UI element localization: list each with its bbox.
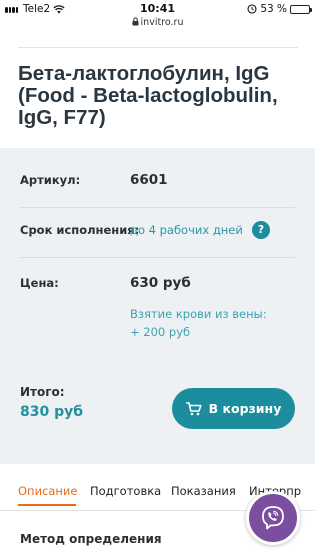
method-section-title: Метод определения (20, 532, 162, 546)
total-label: Итого: (20, 385, 65, 399)
blood-draw-price: + 200 руб (130, 325, 191, 339)
status-bar-right: 53 % (247, 3, 312, 15)
cart-icon (185, 401, 202, 415)
blood-draw-note: Взятие крови из вены: + 200 руб (130, 305, 267, 341)
panel-divider (20, 257, 295, 258)
price-label: Цена: (20, 276, 59, 290)
cutoff-text-line (20, 554, 220, 560)
viber-chat-button[interactable] (246, 491, 300, 545)
term-value: до 4 рабочих дней (130, 223, 243, 237)
price-value: 630 руб (130, 275, 191, 291)
tab-indications[interactable]: Показания (171, 484, 236, 498)
term-label: Срок исполнения: (20, 223, 140, 237)
order-info-panel: Артикул: 6601 Срок исполнения: до 4 рабо… (0, 148, 315, 464)
alarm-icon (247, 4, 257, 14)
active-tab-indicator (18, 504, 76, 506)
battery-percent: 53 % (260, 3, 287, 15)
total-value: 830 руб (20, 404, 84, 420)
url-bar[interactable]: invitro.ru (0, 17, 315, 28)
add-to-cart-button[interactable]: В корзину (172, 388, 295, 429)
panel-divider (20, 207, 295, 208)
article-label: Артикул: (20, 173, 81, 187)
lock-icon (132, 17, 139, 26)
viber-phone-icon (262, 506, 284, 530)
article-value: 6601 (130, 172, 168, 188)
status-bar: Tele2 10:41 invitro.ru 53 % (0, 0, 315, 33)
header-divider (18, 47, 298, 48)
battery-icon (290, 4, 312, 14)
tab-preparation[interactable]: Подготовка (90, 484, 161, 498)
tab-description[interactable]: Описание (18, 484, 77, 498)
add-to-cart-label: В корзину (208, 401, 282, 416)
url-text: invitro.ru (140, 17, 184, 28)
page-title: Бета-лактоглобулин, IgG (Food - Beta-lac… (18, 62, 278, 129)
blood-draw-label: Взятие крови из вены: (130, 307, 267, 321)
help-icon[interactable]: ? (252, 221, 270, 239)
